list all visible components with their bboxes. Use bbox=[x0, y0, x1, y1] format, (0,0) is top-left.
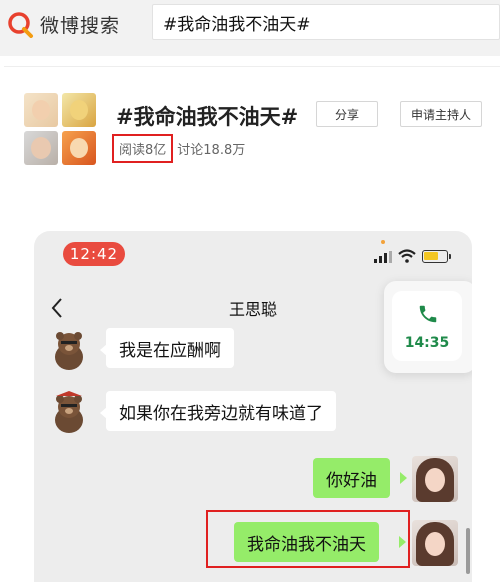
message-bubble[interactable]: 如果你在我旁边就有味道了 bbox=[106, 391, 336, 431]
discussion-count: 讨论18.8万 bbox=[177, 142, 246, 158]
bubble-tail bbox=[400, 472, 407, 484]
call-floating-window[interactable]: 14:35 bbox=[384, 281, 472, 373]
privacy-dot-icon bbox=[381, 240, 385, 244]
user-avatar[interactable] bbox=[412, 456, 458, 502]
thumbnail-image bbox=[62, 131, 96, 165]
top-bar: 微博搜索 bbox=[0, 0, 500, 56]
topic-card: #我命油我不油天# 分享 申请主持人 阅读8亿 讨论18.8万 bbox=[4, 66, 500, 190]
signal-icon bbox=[374, 251, 392, 263]
apply-host-button[interactable]: 申请主持人 bbox=[400, 101, 482, 127]
wifi-icon bbox=[398, 249, 416, 263]
scrollbar[interactable] bbox=[466, 528, 470, 574]
search-input[interactable] bbox=[153, 5, 499, 39]
thumbnail-image bbox=[24, 93, 58, 127]
share-button[interactable]: 分享 bbox=[316, 101, 378, 127]
contact-avatar[interactable] bbox=[46, 327, 92, 373]
phone-call-icon bbox=[419, 305, 437, 323]
highlight-annotation-box bbox=[206, 510, 410, 568]
topic-title[interactable]: #我命油我不油天# bbox=[116, 101, 298, 131]
topic-thumbnails bbox=[24, 93, 96, 165]
contact-avatar[interactable] bbox=[46, 390, 92, 436]
weibo-search-logo-icon bbox=[8, 12, 33, 38]
call-duration: 14:35 bbox=[404, 335, 450, 351]
battery-icon bbox=[422, 250, 448, 263]
page: 微博搜索 #我命油我不油天# 分享 申请主持人 阅读8亿 讨论18.8万 12:… bbox=[0, 0, 500, 582]
thumbnail-image bbox=[24, 131, 58, 165]
search-box[interactable] bbox=[152, 4, 500, 40]
weibo-search-logo[interactable]: 微博搜索 bbox=[6, 10, 120, 38]
read-count: 阅读8亿 bbox=[112, 133, 174, 163]
status-time: 12:42 bbox=[63, 242, 125, 266]
user-avatar[interactable] bbox=[412, 520, 458, 566]
topic-stats: 阅读8亿 讨论18.8万 bbox=[112, 133, 245, 163]
battery-tip bbox=[449, 254, 451, 259]
message-bubble[interactable]: 你好油 bbox=[313, 458, 390, 498]
logo-text: 微博搜索 bbox=[40, 14, 121, 37]
phone-status-bar: 12:42 bbox=[34, 231, 472, 277]
thumbnail-image bbox=[62, 93, 96, 127]
message-bubble[interactable]: 我是在应酬啊 bbox=[106, 328, 234, 368]
